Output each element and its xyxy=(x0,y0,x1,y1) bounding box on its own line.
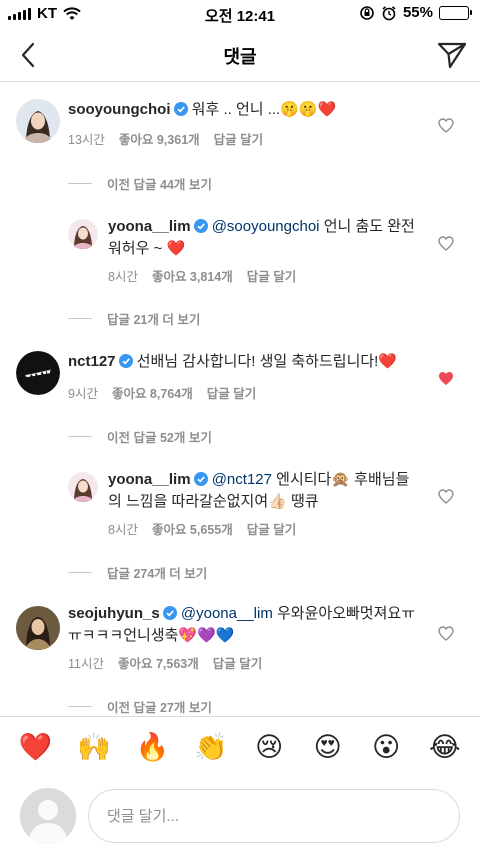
verified-badge-icon xyxy=(162,606,177,620)
verified-badge-icon xyxy=(193,472,208,486)
comment-meta: 13시간 좋아요 9,361개 답글 달기 xyxy=(68,129,263,148)
view-previous-replies-label: 이전 답글 27개 보기 xyxy=(107,701,212,715)
reply-button[interactable]: 답글 달기 xyxy=(214,129,263,148)
verified-badge-icon xyxy=(118,354,133,368)
comment-list: sooyoungchoi 워후 .. 언니 ...🤫🤫❤️ 13시간 좋아요 9… xyxy=(0,83,480,716)
heart-outline-icon xyxy=(438,235,454,251)
view-more-replies[interactable]: 답글 21개 더 보기 xyxy=(68,309,200,328)
avatar[interactable] xyxy=(16,351,60,395)
comment-meta: 8시간 좋아요 5,655개 답글 달기 xyxy=(108,519,296,538)
comment-time: 8시간 xyxy=(108,523,138,537)
view-previous-replies[interactable]: 이전 답글 27개 보기 xyxy=(68,697,212,716)
username[interactable]: seojuhyun_s xyxy=(68,605,160,622)
comment-body: 선배님 감사합니다! 생일 축하드립니다!❤️ xyxy=(136,353,398,370)
emoji-red-heart[interactable]: ❤️ xyxy=(15,734,55,761)
likes-count[interactable]: 좋아요 5,655개 xyxy=(152,519,233,538)
like-button[interactable] xyxy=(436,115,456,135)
battery-percent: 55% xyxy=(402,4,433,21)
comment-text: yoona__lim @nct127 엔시티다🙊 후배님들의 느낌을 따라갈순없… xyxy=(108,469,418,513)
comment-text: seojuhyun_s @yoona__lim 우와윤아오빠멋져요ㅠㅠㅋㅋㅋ언니… xyxy=(68,603,418,647)
heart-outline-icon xyxy=(438,625,454,641)
heart-filled-icon xyxy=(439,371,453,385)
username[interactable]: yoona__lim xyxy=(108,471,191,488)
heart-outline-icon xyxy=(438,488,454,504)
emoji-clapping-hands[interactable]: 👏 xyxy=(191,734,231,761)
emoji-tears-of-joy[interactable]: 😂 xyxy=(425,734,465,761)
status-bar: KT 오전 12:41 55% xyxy=(0,0,480,28)
reply-button[interactable]: 답글 달기 xyxy=(247,519,296,538)
direct-share-button[interactable] xyxy=(434,37,470,73)
view-previous-replies-label: 이전 답글 44개 보기 xyxy=(107,178,212,192)
likes-count[interactable]: 좋아요 7,563개 xyxy=(118,653,199,672)
header-bar: 댓글 xyxy=(0,28,480,82)
battery-icon xyxy=(439,5,472,20)
comment-text: sooyoungchoi 워후 .. 언니 ...🤫🤫❤️ xyxy=(68,99,428,121)
like-button[interactable] xyxy=(436,368,456,388)
avatar[interactable] xyxy=(68,472,98,502)
comment-composer xyxy=(0,778,480,854)
reply-button[interactable]: 답글 달기 xyxy=(207,383,256,402)
username[interactable]: sooyoungchoi xyxy=(68,101,171,118)
likes-count[interactable]: 좋아요 3,814개 xyxy=(152,266,233,285)
mention-link[interactable]: @sooyoungchoi xyxy=(212,218,320,235)
paper-plane-icon xyxy=(437,42,467,69)
emoji-fire[interactable]: 🔥 xyxy=(132,734,172,761)
comment-body: 워후 .. 언니 ...🤫🤫❤️ xyxy=(191,101,337,118)
divider xyxy=(68,183,92,184)
verified-badge-icon xyxy=(173,102,188,116)
alarm-icon xyxy=(382,5,396,20)
emoji-quick-bar: ❤️ 🙌 🔥 👏 😢 😍 😮 😂 xyxy=(0,716,480,778)
my-avatar xyxy=(20,788,76,844)
comment-input[interactable] xyxy=(88,789,460,843)
comment-meta: 9시간 좋아요 8,764개 답글 달기 xyxy=(68,383,256,402)
avatar[interactable] xyxy=(68,219,98,249)
view-previous-replies[interactable]: 이전 답글 52개 보기 xyxy=(68,427,212,446)
emoji-surprised-face[interactable]: 😮 xyxy=(366,734,406,761)
comment-text: nct127 선배님 감사합니다! 생일 축하드립니다!❤️ xyxy=(68,351,428,373)
divider xyxy=(68,572,92,573)
mention-link[interactable]: @nct127 xyxy=(212,471,272,488)
view-previous-replies[interactable]: 이전 답글 44개 보기 xyxy=(68,174,212,193)
like-button[interactable] xyxy=(436,233,456,253)
verified-badge-icon xyxy=(193,219,208,233)
emoji-heart-eyes[interactable]: 😍 xyxy=(308,734,348,761)
page-title: 댓글 xyxy=(223,47,257,67)
comment-time: 8시간 xyxy=(108,270,138,284)
mention-link[interactable]: @yoona__lim xyxy=(181,605,273,622)
emoji-raising-hands[interactable]: 🙌 xyxy=(74,734,114,761)
comment-meta: 8시간 좋아요 3,814개 답글 달기 xyxy=(108,266,296,285)
comment-text: yoona__lim @sooyoungchoi 언니 춤도 완전 워허우 ~ … xyxy=(108,216,428,260)
avatar[interactable] xyxy=(16,99,60,143)
comment-time: 11시간 xyxy=(68,657,104,671)
reply-button[interactable]: 답글 달기 xyxy=(247,266,296,285)
view-previous-replies-label: 이전 답글 52개 보기 xyxy=(107,431,212,445)
status-right: 55% xyxy=(359,4,472,21)
username[interactable]: yoona__lim xyxy=(108,218,191,235)
comment-time: 13시간 xyxy=(68,133,105,147)
likes-count[interactable]: 좋아요 8,764개 xyxy=(112,383,193,402)
reply-button[interactable]: 답글 달기 xyxy=(213,653,262,672)
divider xyxy=(68,706,92,707)
heart-outline-icon xyxy=(438,117,454,133)
like-button[interactable] xyxy=(436,486,456,506)
avatar[interactable] xyxy=(16,606,60,650)
comment-time: 9시간 xyxy=(68,387,98,401)
divider xyxy=(68,318,92,319)
username[interactable]: nct127 xyxy=(68,353,116,370)
like-button[interactable] xyxy=(436,623,456,643)
rotation-lock-icon xyxy=(360,5,374,20)
view-more-replies[interactable]: 답글 274개 더 보기 xyxy=(68,563,207,582)
divider xyxy=(68,436,92,437)
likes-count[interactable]: 좋아요 9,361개 xyxy=(119,129,200,148)
comment-meta: 11시간 좋아요 7,563개 답글 달기 xyxy=(68,653,262,672)
view-more-replies-label: 답글 21개 더 보기 xyxy=(107,313,201,327)
emoji-crying-face[interactable]: 😢 xyxy=(249,734,289,761)
view-more-replies-label: 답글 274개 더 보기 xyxy=(107,567,208,581)
